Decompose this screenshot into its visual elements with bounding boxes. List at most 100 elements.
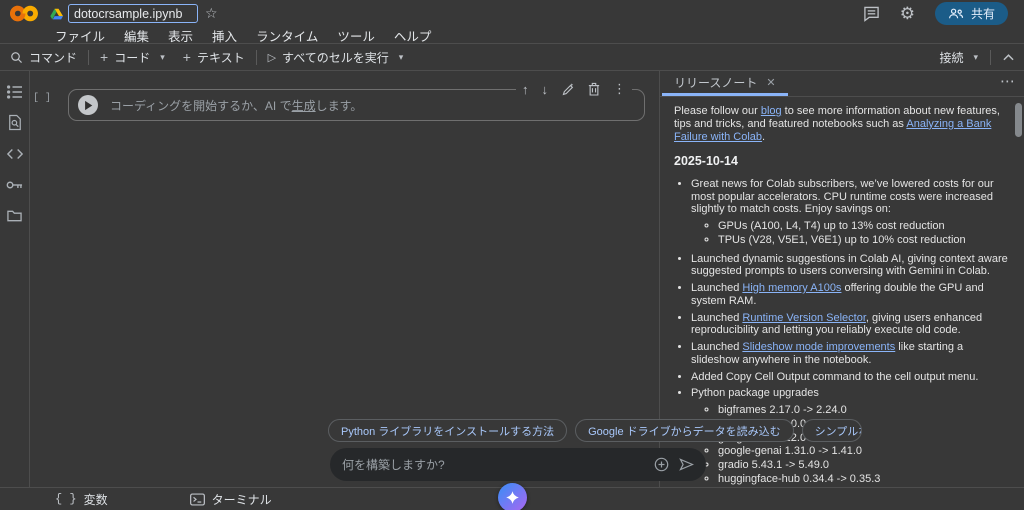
colab-logo-icon: [8, 4, 40, 23]
release-notes-text: Launched dynamic suggestions in Colab AI…: [691, 253, 1008, 278]
release-notes-text: Launched: [691, 341, 742, 353]
tab-release-notes[interactable]: リリースノート ✕: [662, 71, 788, 96]
secrets-key-icon[interactable]: [6, 176, 24, 193]
command-palette-label: コマンド: [29, 49, 77, 66]
chip-install-python-library[interactable]: Python ライブラリをインストールする方法: [328, 419, 567, 442]
comment-icon[interactable]: [863, 6, 880, 22]
add-text-cell-button[interactable]: + テキスト: [183, 49, 245, 66]
release-date-heading: 2025-10-14: [674, 154, 1010, 169]
code-snippets-icon[interactable]: [6, 145, 24, 162]
release-notes-subitem: huggingface-hub 0.34.4 -> 0.35.3: [718, 473, 1010, 486]
move-cell-up-icon[interactable]: ↑: [522, 82, 529, 97]
menu-bar: ファイル 編集 表示 挿入 ランタイム ツール ヘルプ: [0, 27, 1024, 43]
cell-placeholder-text: コーディングを開始するか、AI で: [110, 99, 292, 113]
generate-with-ai-link[interactable]: 生成: [292, 99, 316, 113]
move-cell-down-icon[interactable]: ↓: [542, 82, 549, 97]
release-notes-text: Added Copy Cell Output command to the ce…: [691, 371, 978, 383]
connect-button[interactable]: 接続 ▾: [939, 49, 978, 66]
variables-label: 変数: [84, 491, 108, 508]
cell-placeholder[interactable]: コーディングを開始するか、AI で生成します。: [110, 97, 362, 114]
menu-item-insert[interactable]: 挿入: [212, 26, 237, 45]
release-notes-sublist: bigframes 2.17.0 -> 2.24.0cffi 1.17.1 ->…: [691, 404, 1010, 486]
collapse-header-icon[interactable]: [1003, 54, 1014, 61]
share-button-label: 共有: [971, 5, 995, 22]
panel-scrollbar[interactable]: [1015, 103, 1022, 137]
release-notes-subitem: google-genai 1.31.0 -> 1.41.0: [718, 445, 1010, 458]
chevron-down-icon: ▾: [399, 52, 404, 63]
cell-execution-indicator: [ ]: [33, 93, 51, 104]
menu-item-file[interactable]: ファイル: [55, 26, 105, 45]
share-button[interactable]: 共有: [935, 2, 1008, 25]
chip-simple-ml[interactable]: シンプルな M: [802, 419, 862, 442]
chevron-down-icon: ▾: [973, 52, 978, 63]
release-notes-subitem: gradio 5.43.1 -> 5.49.0: [718, 459, 1010, 472]
release-notes-item: Launched dynamic suggestions in Colab AI…: [691, 253, 1010, 279]
plus-icon: +: [100, 49, 108, 65]
add-code-cell-button[interactable]: + コード ▾: [100, 49, 165, 66]
menu-item-tools[interactable]: ツール: [337, 26, 375, 45]
variables-tab[interactable]: { } 変数: [55, 491, 108, 508]
release-notes-text: Great news for Colab subscribers, we’ve …: [691, 178, 994, 216]
search-icon: [10, 51, 23, 64]
delete-cell-icon[interactable]: [588, 82, 600, 96]
release-notes-subitem: TPUs (V28, V5E1, V6E1) up to 10% cost re…: [718, 234, 1010, 247]
release-notes-link[interactable]: High memory A100s: [742, 282, 841, 294]
panel-more-options-icon[interactable]: ⋯: [1000, 72, 1016, 90]
braces-icon: { }: [55, 492, 77, 506]
notebook-filename-input[interactable]: [68, 4, 198, 23]
code-cell[interactable]: コーディングを開始するか、AI で生成します。 ↑ ↓ ⋮: [68, 89, 645, 121]
terminal-icon: [190, 493, 205, 506]
attach-plus-icon[interactable]: [654, 457, 669, 472]
add-text-label: テキスト: [197, 49, 245, 66]
tab-release-notes-label: リリースノート: [674, 74, 757, 91]
chip-load-data-from-drive[interactable]: Google ドライブからデータを読み込む: [575, 419, 794, 442]
run-all-button[interactable]: ▷ すべてのセルを実行 ▾: [268, 49, 404, 66]
add-code-label: コード: [114, 49, 150, 66]
ai-suggestion-chips: Python ライブラリをインストールする方法 Google ドライブからデータを…: [328, 419, 862, 442]
star-icon[interactable]: ☆: [205, 5, 218, 22]
drive-icon: [50, 8, 63, 20]
release-notes-item: Great news for Colab subscribers, we’ve …: [691, 178, 1010, 247]
people-icon: [948, 7, 964, 20]
ai-chat-bar[interactable]: [330, 448, 706, 481]
send-icon[interactable]: [679, 458, 694, 471]
table-of-contents-icon[interactable]: [6, 83, 24, 100]
release-notes-subitem: bigframes 2.17.0 -> 2.24.0: [718, 404, 1010, 417]
menu-item-view[interactable]: 表示: [168, 26, 193, 45]
release-notes-text: Python package upgrades: [691, 387, 819, 399]
gemini-spark-button[interactable]: [498, 483, 527, 510]
notebook-toolbar: コマンド + コード ▾ + テキスト ▷ すべてのセルを実行 ▾ 接続 ▾: [0, 44, 1024, 71]
cell-toolbar: ↑ ↓ ⋮: [516, 81, 632, 97]
command-palette-button[interactable]: コマンド: [10, 49, 77, 66]
release-notes-text: Please follow our: [674, 105, 761, 117]
find-replace-icon[interactable]: [6, 114, 24, 131]
terminal-label: ターミナル: [212, 491, 272, 508]
close-icon[interactable]: ✕: [766, 76, 775, 89]
cell-more-options-icon[interactable]: ⋮: [613, 81, 626, 97]
cell-placeholder-suffix: します。: [316, 99, 363, 113]
release-notes-link[interactable]: Slideshow mode improvements: [742, 341, 895, 353]
header: ☆ ⚙ 共有: [0, 0, 1024, 44]
release-notes-item: Launched Slideshow mode improvements lik…: [691, 341, 1010, 367]
terminal-tab[interactable]: ターミナル: [190, 491, 272, 508]
release-notes-link[interactable]: blog: [761, 105, 782, 117]
release-notes-text: Launched: [691, 312, 742, 324]
release-notes-text: Launched: [691, 282, 742, 294]
plus-icon: +: [183, 49, 191, 65]
ai-chat-input[interactable]: [342, 458, 644, 472]
files-folder-icon[interactable]: [6, 207, 24, 224]
run-cell-button[interactable]: [78, 95, 98, 115]
panel-tabbar: リリースノート ✕ ⋯: [660, 71, 1024, 97]
run-all-label: すべてのセルを実行: [282, 49, 389, 66]
edit-with-ai-icon[interactable]: [561, 82, 575, 96]
menu-item-edit[interactable]: 編集: [124, 26, 149, 45]
release-notes-link[interactable]: Runtime Version Selector: [742, 312, 866, 324]
release-notes-item: Launched Runtime Version Selector, givin…: [691, 312, 1010, 338]
left-sidebar: [0, 71, 30, 487]
release-notes-subitem: GPUs (A100, L4, T4) up to 13% cost reduc…: [718, 220, 1010, 233]
settings-gear-icon[interactable]: ⚙: [900, 4, 915, 24]
release-notes-item: Added Copy Cell Output command to the ce…: [691, 371, 1010, 384]
menu-item-runtime[interactable]: ランタイム: [256, 26, 318, 45]
release-notes-sublist: GPUs (A100, L4, T4) up to 13% cost reduc…: [691, 220, 1010, 247]
menu-item-help[interactable]: ヘルプ: [394, 26, 432, 45]
